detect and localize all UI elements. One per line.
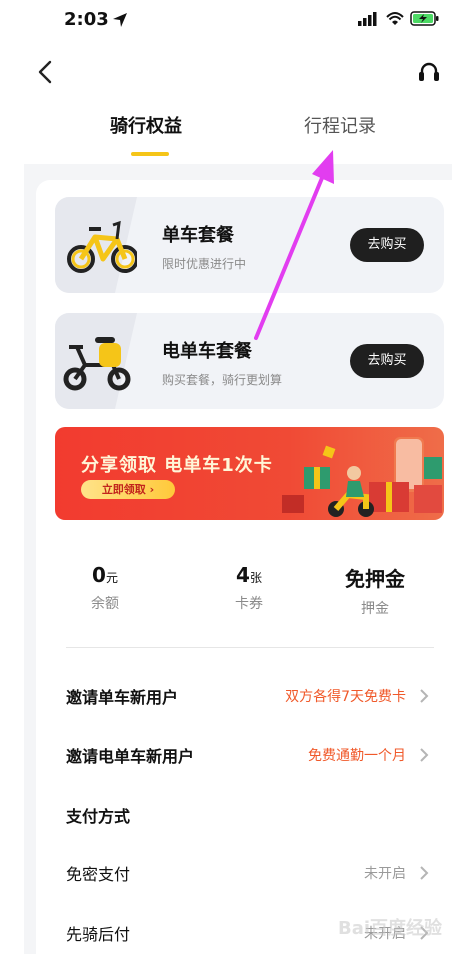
signal-icon	[358, 11, 377, 26]
invite-bike-user-row[interactable]: 邀请单车新用户 双方各得7天免费卡	[66, 680, 434, 710]
tab-bar: 骑行权益 行程记录	[0, 112, 452, 162]
deposit-label: 押金	[361, 601, 389, 617]
gift-scooter-illustration	[282, 437, 442, 517]
coupon-unit: 张	[249, 571, 262, 585]
deposit-value: 免押金	[345, 567, 405, 591]
row-value: 未开启	[364, 866, 406, 882]
password-free-payment-row[interactable]: 免密支付 未开启	[66, 857, 434, 887]
plan-subtitle: 购买套餐，骑行更划算	[162, 373, 283, 387]
divider	[66, 647, 434, 648]
invite-ebike-user-row[interactable]: 邀请电单车新用户 免费通勤一个月	[66, 739, 434, 769]
tab-riding-benefits[interactable]: 骑行权益	[110, 112, 182, 138]
buy-ebike-plan-button[interactable]: 去购买	[350, 344, 424, 378]
watermark-text: Bai百度经验	[338, 918, 443, 939]
status-bar: 2:03	[0, 0, 452, 44]
top-navigation	[0, 52, 452, 92]
chevron-right-icon	[420, 748, 429, 762]
buy-bike-plan-button[interactable]: 去购买	[350, 228, 424, 262]
wifi-icon	[386, 11, 404, 25]
location-arrow-icon	[113, 13, 127, 27]
row-value: 免费通勤一个月	[308, 748, 406, 764]
balance-unit: 元	[105, 571, 118, 585]
customer-service-icon[interactable]	[418, 60, 440, 84]
row-label: 邀请单车新用户	[66, 688, 179, 707]
chevron-right-icon	[420, 866, 429, 880]
plan-subtitle: 限时优惠进行中	[162, 257, 247, 271]
plan-title: 电单车套餐	[162, 341, 252, 362]
status-icons	[358, 11, 440, 26]
balance-stat[interactable]: 0元 余额	[77, 563, 133, 613]
balance-value: 0	[92, 563, 106, 587]
active-tab-indicator	[131, 152, 169, 156]
row-value: 双方各得7天免费卡	[285, 689, 406, 705]
row-label: 邀请电单车新用户	[66, 747, 195, 766]
section-title: 支付方式	[66, 807, 131, 826]
claim-now-button[interactable]: 立即领取 ›	[81, 480, 175, 499]
status-time: 2:03	[64, 9, 109, 30]
row-label: 先骑后付	[66, 925, 131, 944]
ebike-plan-card[interactable]: 电单车套餐 购买套餐，骑行更划算 去购买	[55, 313, 444, 409]
payment-method-header: 支付方式	[66, 799, 434, 829]
ebike-icon	[55, 313, 137, 409]
plan-title: 单车套餐	[162, 225, 234, 246]
coupon-value: 4	[236, 563, 250, 587]
back-chevron-icon[interactable]	[34, 58, 58, 86]
coupon-stat[interactable]: 4张 卡券	[219, 563, 279, 613]
chevron-right-icon	[420, 689, 429, 703]
coupon-label: 卡券	[235, 596, 263, 612]
baidu-jingyan-watermark: Bai百度经验	[324, 898, 444, 948]
deposit-stat[interactable]: 免押金 押金	[335, 563, 415, 618]
bike-plan-card[interactable]: 单车套餐 限时优惠进行中 去购买	[55, 197, 444, 293]
account-stats: 0元 余额 4张 卡券 免押金 押金	[55, 563, 444, 623]
share-promo-banner[interactable]: 分享领取 电单车1次卡 立即领取 ›	[55, 427, 444, 520]
tab-trip-records[interactable]: 行程记录	[304, 112, 376, 138]
row-label: 免密支付	[66, 865, 131, 884]
balance-label: 余额	[91, 596, 119, 612]
banner-title: 分享领取 电单车1次卡	[81, 455, 273, 476]
battery-charging-icon	[410, 11, 439, 26]
bicycle-icon	[55, 197, 137, 293]
